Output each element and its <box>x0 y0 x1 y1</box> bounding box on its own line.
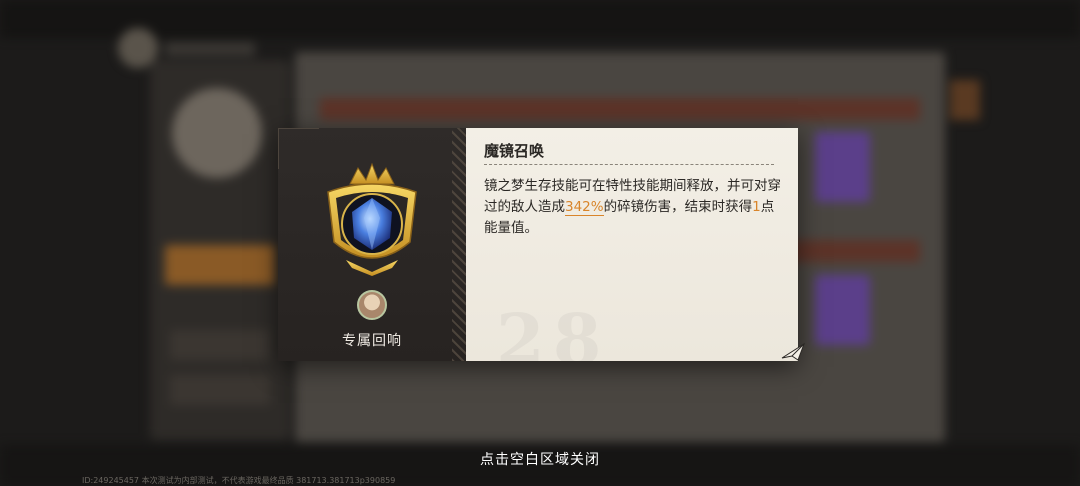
modal-icon-panel: 专属回响 <box>278 128 466 361</box>
close-hint-text: 点击空白区域关闭 <box>480 452 600 468</box>
bg-header-band <box>320 98 920 120</box>
modal-description-panel: 28 魔镜召唤 镜之梦生存技能可在特性技能期间释放，并可对穿过的敌人造成342%… <box>466 128 798 361</box>
exclusive-echo-label: 专属回响 <box>342 333 402 349</box>
bg-avatar <box>172 88 262 178</box>
bg-button <box>170 330 270 360</box>
skill-description: 镜之梦生存技能可在特性技能期间释放，并可对穿过的敌人造成342%的碎镜伤害，结束… <box>484 176 784 239</box>
damage-value: 342% <box>565 199 604 216</box>
paper-plane-corner-icon <box>781 342 805 361</box>
desc-text: 的碎镜伤害，结束时获得 <box>603 199 753 215</box>
bg-button <box>170 375 270 405</box>
character-avatar-icon <box>357 290 387 320</box>
energy-count: 1 <box>752 199 761 215</box>
title-divider <box>484 164 774 165</box>
build-info-text: ID:249245457 本次测试为内部测试，不代表游戏最终品质 381713.… <box>82 476 396 485</box>
bg-title <box>165 42 255 56</box>
gold-crown-badge-icon <box>327 162 417 276</box>
bg-item-card <box>815 275 870 345</box>
bg-side-strip <box>950 80 980 120</box>
skill-detail-modal: 专属回响 28 魔镜召唤 镜之梦生存技能可在特性技能期间释放，并可对穿过的敌人造… <box>278 128 798 361</box>
bg-item-card <box>815 132 870 202</box>
watermark-number: 28 <box>496 298 609 361</box>
bg-orange-button <box>165 245 275 285</box>
skill-title: 魔镜召唤 <box>484 142 545 160</box>
bg-top-bar <box>0 0 1080 38</box>
stripe-decoration <box>452 128 466 361</box>
corner-decoration <box>278 128 319 169</box>
